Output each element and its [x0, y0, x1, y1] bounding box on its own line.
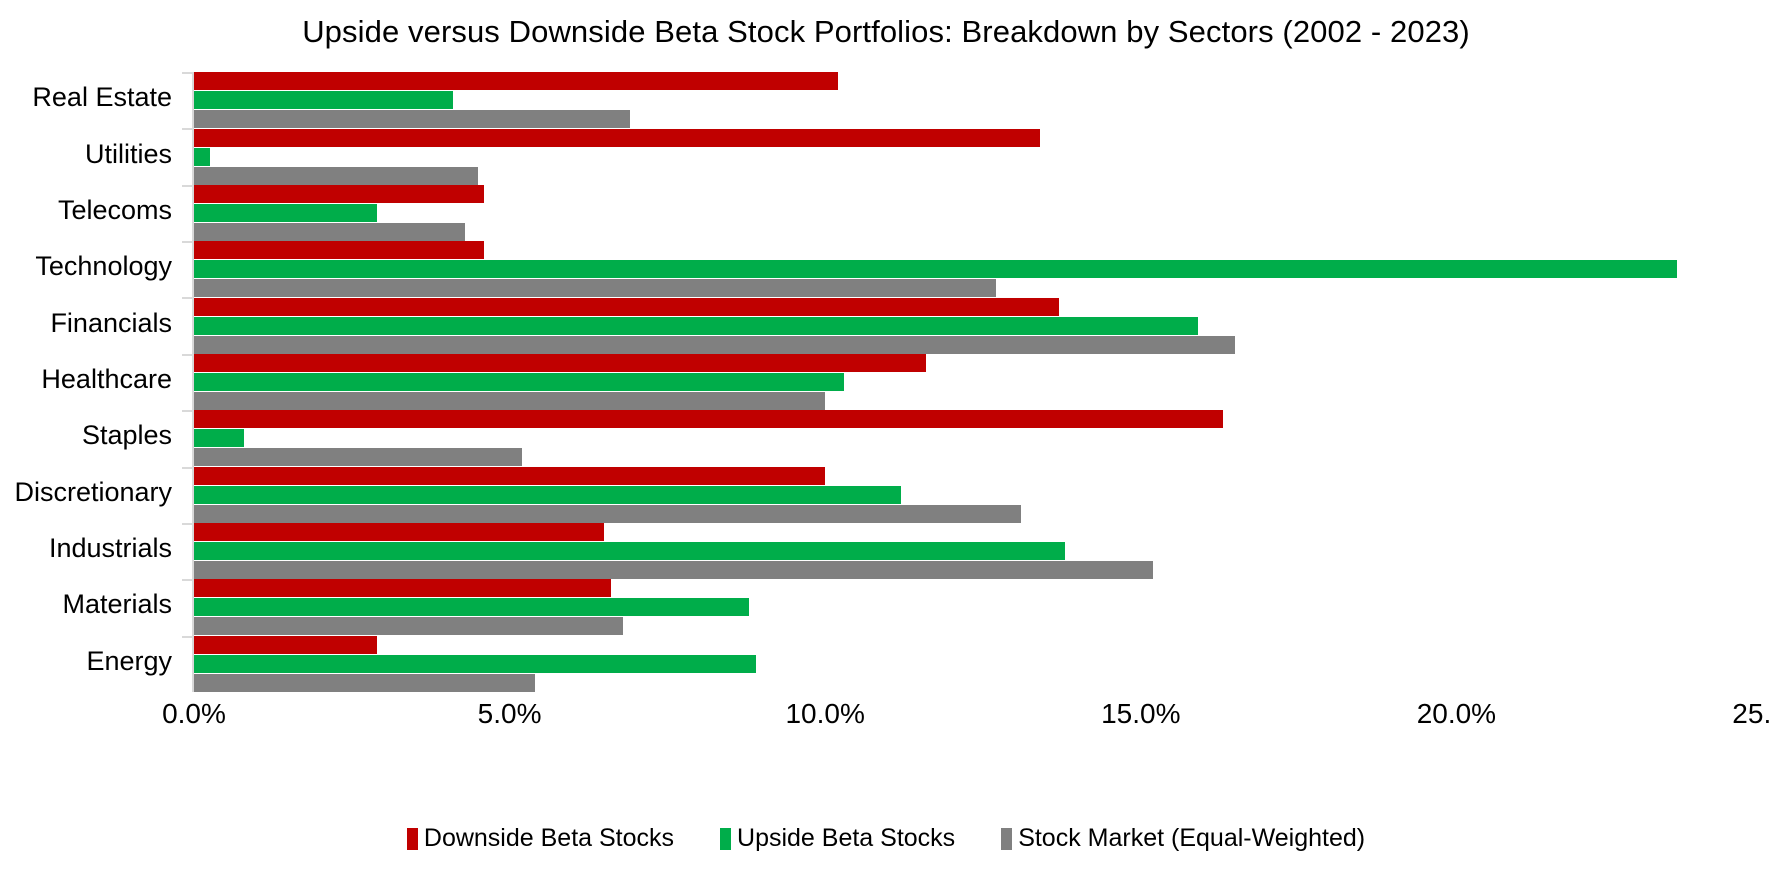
- bar-group-industrials: [194, 523, 1772, 580]
- bar-downside-beta-stocks-financials[interactable]: [194, 297, 1059, 316]
- bar-downside-beta-stocks-staples[interactable]: [194, 410, 1223, 429]
- plot-wrapper: Real Estate Utilities Telecoms Technology Fi…: [0, 72, 1772, 772]
- y-axis-label-utilities: Utilities: [84, 138, 172, 169]
- bar-stock-market-equal-weighted--industrials[interactable]: [194, 561, 1154, 580]
- y-axis-tick: [182, 466, 192, 469]
- bar-stock-market-equal-weighted--staples[interactable]: [194, 448, 523, 467]
- bar-group-materials: [194, 579, 1772, 636]
- bar-group-energy: [194, 635, 1772, 692]
- legend-item-downside[interactable]: Downside Beta Stocks: [406, 824, 675, 852]
- bar-upside-beta-stocks-discretionary[interactable]: [194, 485, 901, 504]
- bar-stock-market-equal-weighted--healthcare[interactable]: [194, 392, 826, 410]
- bar-group-real-estate: [194, 72, 1772, 129]
- y-axis-tick: [182, 522, 192, 525]
- y-axis-label-healthcare: Healthcare: [41, 364, 172, 394]
- bar-upside-beta-stocks-utilities[interactable]: [194, 147, 210, 166]
- y-axis-tick: [182, 410, 192, 413]
- x-axis-tick-label: 5.0%: [477, 698, 542, 729]
- y-axis-tick: [182, 579, 192, 582]
- bar-group-staples: [194, 410, 1772, 467]
- bar-stock-market-equal-weighted--telecoms[interactable]: [194, 222, 466, 241]
- bar-stock-market-equal-weighted--technology[interactable]: [194, 279, 996, 298]
- bar-downside-beta-stocks-technology[interactable]: [194, 241, 485, 260]
- bar-downside-beta-stocks-discretionary[interactable]: [194, 466, 826, 485]
- bar-upside-beta-stocks-industrials[interactable]: [194, 542, 1066, 561]
- bar-upside-beta-stocks-technology[interactable]: [194, 260, 1678, 279]
- y-axis-label-financials: Financials: [50, 307, 172, 338]
- x-axis-tick-label: 10.0%: [785, 698, 865, 729]
- x-axis-tick-label: 0.0%: [162, 698, 226, 729]
- bar-upside-beta-stocks-materials[interactable]: [194, 598, 750, 617]
- bar-upside-beta-stocks-staples[interactable]: [194, 429, 245, 448]
- bar-stock-market-equal-weighted--materials[interactable]: [194, 617, 624, 636]
- y-axis-tick: [182, 297, 192, 300]
- x-axis-tick-label: 15.0%: [1101, 698, 1181, 729]
- y-axis-label-staples: Staples: [81, 420, 172, 451]
- chart-title: Upside versus Downside Beta Stock Portfo…: [302, 14, 1470, 49]
- plot-area: [194, 72, 1772, 692]
- bar-group-technology: [194, 241, 1772, 298]
- bar-upside-beta-stocks-healthcare[interactable]: [194, 373, 845, 391]
- bar-stock-market-equal-weighted--utilities[interactable]: [194, 166, 479, 185]
- bar-group-telecoms: [194, 184, 1772, 241]
- legend-item-upside[interactable]: Upside Beta Stocks: [720, 826, 955, 851]
- legend-swatch-market-icon: [1001, 827, 1013, 850]
- legend-swatch-downside-icon: [406, 827, 418, 850]
- bar-group-discretionary: [194, 466, 1772, 523]
- y-axis-tick: [182, 353, 192, 356]
- bar-stock-market-equal-weighted--energy[interactable]: [194, 673, 535, 692]
- bar-stock-market-equal-weighted--financials[interactable]: [194, 335, 1236, 354]
- bar-group-utilities: [194, 128, 1772, 185]
- legend-label-downside: Downside Beta Stocks: [423, 824, 675, 852]
- y-axis-tick: [182, 128, 192, 131]
- bar-downside-beta-stocks-utilities[interactable]: [194, 128, 1040, 147]
- legend-label-upside: Upside Beta Stocks: [737, 824, 956, 852]
- chart-legend: Downside Beta Stocks Upside Beta Stocks St…: [0, 826, 1772, 851]
- y-axis-tick: [182, 184, 192, 187]
- y-axis-label-telecoms: Telecoms: [57, 194, 172, 225]
- y-axis-label-industrials: Industrials: [48, 533, 172, 564]
- y-axis-label-technology: Technology: [35, 251, 172, 282]
- bar-downside-beta-stocks-healthcare[interactable]: [194, 354, 927, 372]
- y-axis-label-materials: Materials: [62, 589, 172, 620]
- x-axis-tick-label: 25.0%: [1732, 698, 1772, 729]
- y-axis-tick: [182, 72, 192, 74]
- y-axis-label-discretionary: Discretionary: [14, 476, 172, 507]
- bar-stock-market-equal-weighted--real-estate[interactable]: [194, 110, 630, 129]
- x-axis-label-row: 0.0% 5.0% 10.0% 15.0% 20.0% 25.0%: [0, 698, 1772, 742]
- bar-group-healthcare: [194, 354, 1772, 410]
- bar-downside-beta-stocks-industrials[interactable]: [194, 523, 605, 542]
- y-axis-tick: [182, 635, 192, 638]
- bar-upside-beta-stocks-financials[interactable]: [194, 316, 1198, 335]
- bar-downside-beta-stocks-energy[interactable]: [194, 635, 378, 654]
- bar-upside-beta-stocks-real-estate[interactable]: [194, 91, 453, 110]
- bar-downside-beta-stocks-materials[interactable]: [194, 579, 611, 598]
- bar-upside-beta-stocks-telecoms[interactable]: [194, 203, 378, 222]
- y-axis-label-energy: Energy: [86, 645, 172, 676]
- legend-swatch-upside-icon: [720, 827, 732, 850]
- y-axis-tick: [182, 241, 192, 244]
- bar-downside-beta-stocks-real-estate[interactable]: [194, 72, 838, 91]
- x-axis-tick-label: 20.0%: [1416, 698, 1497, 729]
- y-axis-label-column: Real Estate Utilities Telecoms Technology Fi…: [0, 72, 182, 772]
- bar-group-financials: [194, 297, 1772, 354]
- bar-stock-market-equal-weighted--discretionary[interactable]: [194, 504, 1021, 523]
- y-axis-label-real-estate: Real Estate: [32, 82, 172, 113]
- bar-upside-beta-stocks-energy[interactable]: [194, 654, 756, 673]
- bar-downside-beta-stocks-telecoms[interactable]: [194, 184, 485, 203]
- chart-page: Upside versus Downside Beta Stock Portfo…: [0, 0, 1772, 886]
- legend-item-market[interactable]: Stock Market (Equal-Weighted): [1001, 826, 1365, 851]
- legend-label-market: Stock Market (Equal-Weighted): [1018, 824, 1366, 852]
